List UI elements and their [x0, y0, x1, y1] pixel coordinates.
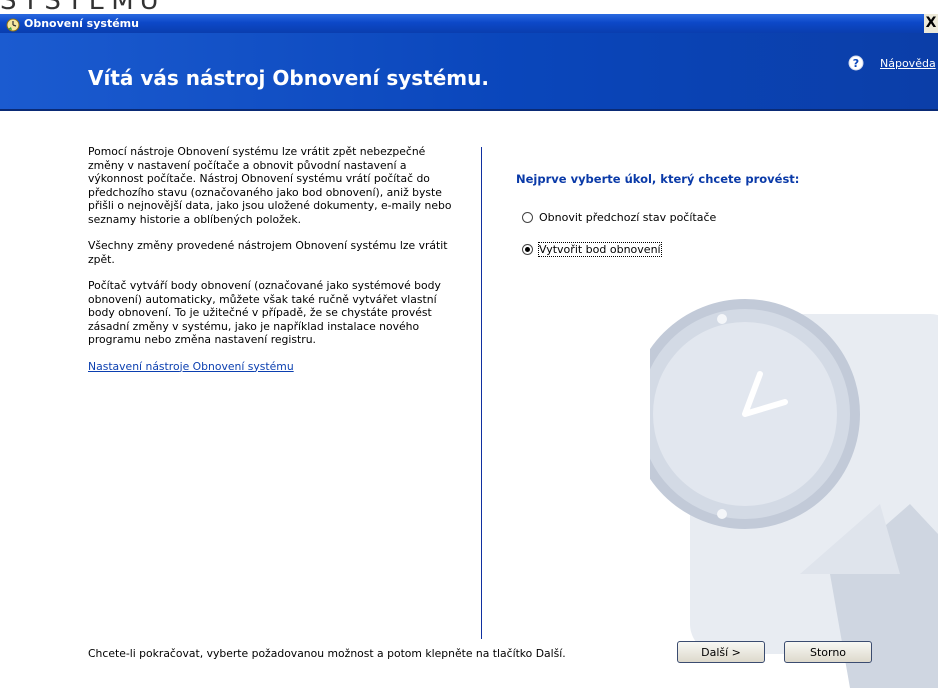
- footer-instruction: Chcete-li pokračovat, vyberte požadovano…: [88, 647, 566, 660]
- wizard-header: Vítá vás nástroj Obnovení systému. ? Náp…: [0, 33, 938, 109]
- clock-watermark-icon: [650, 299, 938, 688]
- next-button[interactable]: Další >: [677, 641, 765, 663]
- restore-points-paragraph: Počítač vytváří body obnovení (označovan…: [88, 279, 441, 346]
- close-button[interactable]: X: [924, 14, 938, 33]
- window-title: Obnovení systému: [24, 17, 139, 30]
- create-point-option-label[interactable]: Vytvořit bod obnovení: [538, 242, 662, 257]
- intro-paragraph: Pomocí nástroje Obnovení systému lze vrá…: [88, 145, 452, 226]
- title-bar[interactable]: Obnovení systému X: [0, 14, 938, 33]
- restore-settings-link[interactable]: Nastavení nástroje Obnovení systému: [88, 360, 463, 374]
- description-panel: Pomocí nástroje Obnovení systému lze vrá…: [88, 145, 463, 373]
- create-point-radio[interactable]: [522, 244, 533, 255]
- create-restore-point-option[interactable]: Vytvořit bod obnovení: [522, 242, 662, 257]
- help-link[interactable]: Nápověda: [880, 57, 936, 70]
- restore-radio[interactable]: [522, 212, 533, 223]
- page-title: Vítá vás nástroj Obnovení systému.: [88, 66, 489, 90]
- task-question: Nejprve vyberte úkol, který chcete prové…: [516, 172, 800, 186]
- background-window-title: SYSTÉMU: [0, 0, 165, 14]
- vertical-divider: [481, 147, 482, 639]
- undo-paragraph: Všechny změny provedené nástrojem Obnove…: [88, 239, 448, 266]
- header-divider: [0, 109, 938, 111]
- cancel-button[interactable]: Storno: [784, 641, 872, 663]
- help-icon[interactable]: ?: [848, 55, 864, 71]
- system-restore-window: Obnovení systému X Vítá vás nástroj Obno…: [0, 14, 938, 688]
- system-restore-app-icon: [6, 17, 20, 31]
- restore-option[interactable]: Obnovit předchozí stav počítače: [522, 211, 716, 224]
- restore-option-label[interactable]: Obnovit předchozí stav počítače: [539, 211, 716, 224]
- svg-text:?: ?: [853, 57, 859, 70]
